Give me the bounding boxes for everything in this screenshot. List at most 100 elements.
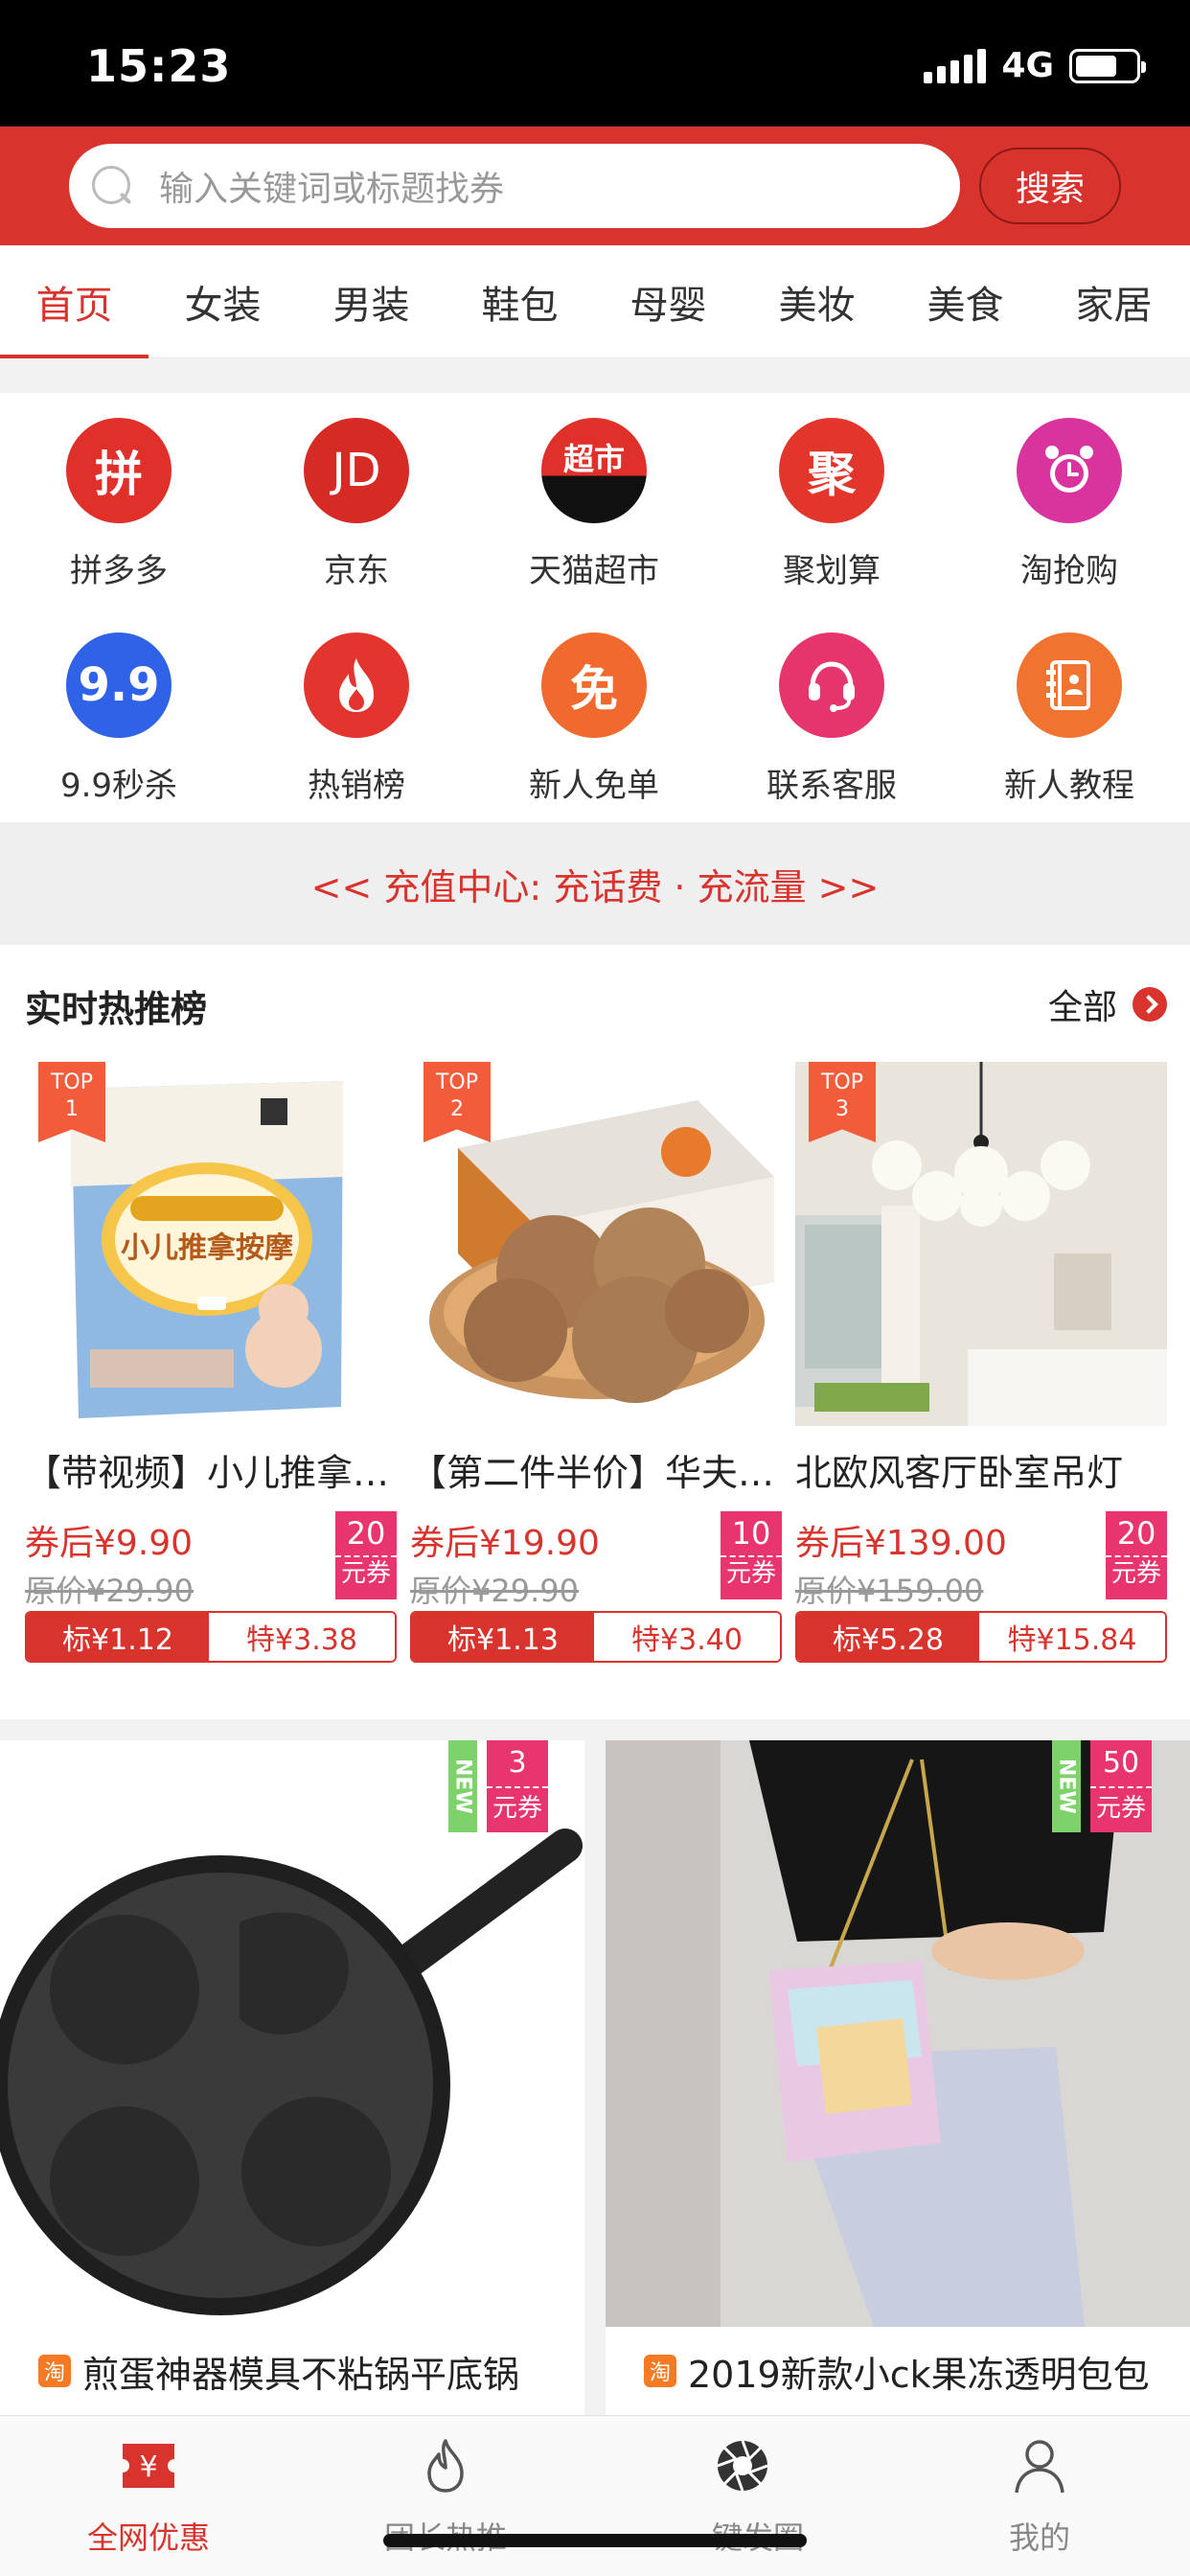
price-row: 券后¥9.90 原价¥29.90 20 元券	[25, 1511, 397, 1609]
signal-icon	[924, 48, 987, 83]
commission-standard: 标¥1.12	[27, 1613, 209, 1661]
hot-rank-section: 实时热推榜 全部 小儿推拿按摩 TOP 1 【带视频】小儿推拿按摩 券后¥9.9…	[0, 945, 1190, 1719]
feed-title-row: 淘 煎蛋神器模具不粘锅平底锅	[0, 2327, 584, 2415]
shortcut-hot-sales[interactable]: 热销榜	[238, 632, 475, 806]
original-price: 原价¥29.90	[410, 1573, 579, 1609]
alarm-clock-icon	[1017, 418, 1122, 523]
pinduoduo-icon: 拼	[66, 418, 172, 523]
tab-mother-baby[interactable]: 母婴	[594, 245, 743, 358]
product-name: 【带视频】小儿推拿按摩	[25, 1452, 397, 1494]
product-image: 小儿推拿按摩 TOP 1	[25, 1062, 397, 1426]
coupon-badge: 10 元券	[721, 1511, 782, 1599]
shortcut-label: 热销榜	[308, 767, 405, 805]
tab-beauty[interactable]: 美妆	[743, 245, 891, 358]
search-placeholder: 输入关键词或标题找券	[159, 170, 505, 209]
aperture-icon	[712, 2435, 773, 2496]
flame-icon	[304, 632, 409, 738]
price-row: 券后¥139.00 原价¥159.00 20 元券	[795, 1511, 1167, 1609]
coupon-badge: 20 元券	[1106, 1511, 1167, 1599]
original-price: 原价¥29.90	[25, 1573, 194, 1609]
network-label: 4G	[1001, 46, 1054, 85]
shortcut-label: 天猫超市	[529, 552, 659, 590]
shortcut-pinduoduo[interactable]: 拼 拼多多	[0, 418, 238, 591]
shortcut-free-order[interactable]: 免 新人免单	[475, 632, 713, 806]
battery-icon	[1069, 48, 1146, 83]
flame-outline-icon	[415, 2435, 476, 2496]
product-name: 煎蛋神器模具不粘锅平底锅	[82, 2353, 520, 2396]
product-image: NEW 50 元券	[606, 1740, 1190, 2327]
juhuasuan-icon: 聚	[779, 418, 884, 523]
tmall-supermarket-icon: 超市	[541, 418, 647, 523]
tutorial-book-icon	[1017, 632, 1122, 738]
status-bar: 15:23 4G	[0, 0, 1190, 126]
view-all-button[interactable]: 全部	[1048, 979, 1167, 1029]
shortcut-jd[interactable]: JD 京东	[238, 418, 475, 591]
person-icon	[1009, 2435, 1070, 2496]
shortcut-juhuasuan[interactable]: 聚 聚划算	[713, 418, 950, 591]
product-name: 北欧风客厅卧室吊灯	[795, 1452, 1124, 1494]
category-tabs: 首页 女装 男装 鞋包 母婴 美妆 美食 家居	[0, 245, 1190, 358]
product-image: TOP 2	[410, 1062, 782, 1426]
hot-product-card[interactable]: TOP 2 【第二件半价】华夫饼干 券后¥19.90 原价¥29.90 10 元券 …	[410, 1062, 782, 1663]
search-button[interactable]: 搜索	[979, 148, 1121, 224]
after-coupon-price: 券后¥9.90	[25, 1524, 194, 1563]
tab-mens[interactable]: 男装	[297, 245, 446, 358]
new-badge: NEW	[1052, 1740, 1081, 1832]
recharge-center-link[interactable]: << 充值中心: 充话费 · 充流量 >>	[0, 822, 1190, 945]
feed-product-card[interactable]: NEW 3 元券 淘 煎蛋神器模具不粘锅平底锅	[0, 1740, 584, 2415]
commission-row: 标¥1.13 特¥3.40	[410, 1611, 782, 1663]
tab-home[interactable]: 首页	[0, 245, 149, 358]
feed-product-card[interactable]: NEW 50 元券 淘 2019新款小ck果冻透明包包	[606, 1740, 1190, 2415]
shortcut-label: 联系客服	[767, 767, 897, 805]
tab-womens[interactable]: 女装	[149, 245, 297, 358]
free-order-icon: 免	[541, 632, 647, 738]
view-all-label: 全部	[1047, 988, 1117, 1027]
shortcut-label: 新人免单	[529, 767, 659, 805]
commission-special: 特¥15.84	[979, 1613, 1165, 1661]
product-name: 【第二件半价】华夫饼干	[410, 1452, 782, 1494]
tab-one-click-share[interactable]: 一键发圈	[594, 2416, 891, 2576]
shortcut-label: 淘抢购	[1020, 552, 1118, 590]
section-title: 实时热推榜	[25, 988, 208, 1030]
hot-product-card[interactable]: 小儿推拿按摩 TOP 1 【带视频】小儿推拿按摩 券后¥9.90 原价¥29.90…	[25, 1062, 397, 1663]
product-image: NEW 3 元券	[0, 1740, 584, 2327]
shortcut-label: 京东	[324, 552, 389, 590]
commission-standard: 标¥1.13	[412, 1613, 594, 1661]
commission-row: 标¥1.12 特¥3.38	[25, 1611, 397, 1663]
tab-shoes-bags[interactable]: 鞋包	[446, 245, 594, 358]
original-price: 原价¥159.00	[795, 1573, 984, 1609]
coupon-badge: 50 元券	[1090, 1740, 1152, 1832]
tab-leader-picks[interactable]: 团长热推	[297, 2416, 594, 2576]
tab-all-deals[interactable]: ¥ 全网优惠	[0, 2416, 297, 2576]
product-name: 2019新款小ck果冻透明包包	[688, 2353, 1150, 2396]
commission-row: 标¥5.28 特¥15.84	[795, 1611, 1167, 1663]
nine-nine-icon: 9.9	[66, 632, 172, 738]
taobao-icon: 淘	[38, 2355, 71, 2387]
tab-label: 全网优惠	[86, 2519, 210, 2556]
shortcut-label: 新人教程	[1004, 767, 1134, 805]
shortcut-customer-service[interactable]: 联系客服	[713, 632, 950, 806]
tab-home-living[interactable]: 家居	[1040, 245, 1188, 358]
after-coupon-price: 券后¥139.00	[795, 1524, 1007, 1563]
tab-food[interactable]: 美食	[891, 245, 1040, 358]
svg-text:¥: ¥	[139, 2450, 157, 2484]
tab-mine[interactable]: 我的	[891, 2416, 1188, 2576]
shortcut-tutorial[interactable]: 新人教程	[950, 632, 1188, 806]
shortcut-tmall-supermarket[interactable]: 超市 天猫超市	[475, 418, 713, 591]
search-icon	[90, 164, 134, 208]
svg-text:小儿推拿按摩: 小儿推拿按摩	[121, 1231, 293, 1265]
feed-title-row: 淘 2019新款小ck果冻透明包包	[606, 2327, 1190, 2415]
coupon-badge: 20 元券	[335, 1511, 397, 1599]
shortcut-nine-nine[interactable]: 9.9 9.9秒杀	[0, 632, 238, 806]
shortcut-grid: 拼 拼多多 JD 京东 超市 天猫超市 聚 聚划算 淘抢购 9.9 9.9秒杀 …	[0, 393, 1190, 822]
commission-special: 特¥3.40	[594, 1613, 780, 1661]
new-badge: NEW	[448, 1740, 477, 1832]
search-input[interactable]: 输入关键词或标题找券	[69, 144, 960, 228]
customer-service-icon	[779, 632, 884, 738]
shortcut-label: 聚划算	[783, 552, 881, 590]
hot-product-card[interactable]: TOP 3 北欧风客厅卧室吊灯 券后¥139.00 原价¥159.00 20 元券 …	[795, 1062, 1167, 1663]
shortcut-taoqianggou[interactable]: 淘抢购	[950, 418, 1188, 591]
coupon-yen-icon: ¥	[118, 2435, 179, 2496]
coupon-badge: 3 元券	[487, 1740, 548, 1832]
search-header: 输入关键词或标题找券 搜索	[0, 126, 1190, 245]
